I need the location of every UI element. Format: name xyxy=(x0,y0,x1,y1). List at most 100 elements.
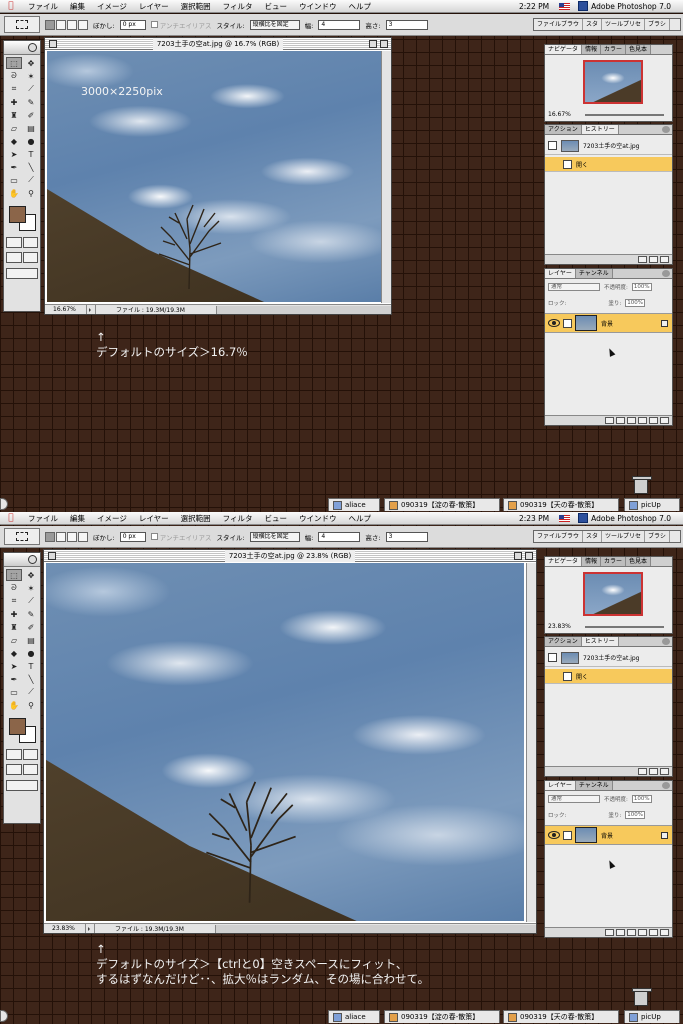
eyedropper-icon[interactable]: ⟋ xyxy=(23,686,39,698)
gradient-tool-icon[interactable]: ▤ xyxy=(23,122,39,134)
fill-field[interactable]: 100% xyxy=(625,811,646,819)
well-tab-styles[interactable]: スタ xyxy=(583,531,603,542)
move-tool-icon[interactable]: ✥ xyxy=(23,57,39,69)
history-step-open[interactable]: 開く xyxy=(545,669,672,684)
tab-navigator[interactable]: ナビゲータ xyxy=(545,557,583,566)
fill-field[interactable]: 100% xyxy=(625,299,646,307)
menu-edit[interactable]: 編集 xyxy=(64,513,91,524)
path-select-icon[interactable]: ➤ xyxy=(6,148,22,160)
new-snapshot-icon[interactable] xyxy=(649,256,658,263)
tab-navigator[interactable]: ナビゲータ xyxy=(545,45,583,54)
keyboard-flag-icon[interactable] xyxy=(559,2,571,10)
menu-view[interactable]: ビュー xyxy=(259,1,294,12)
subtract-selection-icon[interactable] xyxy=(67,19,77,30)
status-menu-icon[interactable] xyxy=(87,305,96,314)
well-tab-brushes[interactable]: ブラシ xyxy=(645,531,670,542)
tab-layers[interactable]: レイヤー xyxy=(545,269,576,278)
healing-brush-icon[interactable]: ✚ xyxy=(6,96,22,108)
antialias-checkbox[interactable]: アンチエイリアス xyxy=(150,532,211,542)
height-input[interactable]: 3 xyxy=(385,19,428,30)
screen-mode-standard-button[interactable] xyxy=(6,252,22,263)
move-tool-icon[interactable]: ✥ xyxy=(23,569,39,581)
navigator-zoom-value[interactable]: 23.83% xyxy=(548,623,571,630)
tab-channels[interactable]: チャンネル xyxy=(575,781,613,790)
menu-help[interactable]: ヘルプ xyxy=(343,1,378,12)
task-button-picup[interactable]: picUp xyxy=(624,498,680,511)
vertical-scrollbar[interactable] xyxy=(381,51,391,303)
photoshop-app-icon[interactable] xyxy=(578,1,589,11)
feather-input[interactable]: 0 px xyxy=(119,19,146,30)
marquee-tool-icon[interactable]: ⬚ xyxy=(6,569,22,581)
new-document-from-state-icon[interactable] xyxy=(638,256,647,263)
blur-tool-icon[interactable]: ◆ xyxy=(6,135,22,147)
layer-style-icon[interactable] xyxy=(605,417,614,424)
pen-tool-icon[interactable]: ✒ xyxy=(6,161,22,173)
menu-select[interactable]: 選択範囲 xyxy=(175,1,217,12)
layer-set-icon[interactable] xyxy=(627,929,636,936)
magic-wand-icon[interactable]: ✶ xyxy=(23,70,39,82)
foreground-color-swatch[interactable] xyxy=(9,718,26,735)
palette-menu-icon[interactable] xyxy=(662,270,670,277)
menu-layer[interactable]: レイヤー xyxy=(133,1,175,12)
paintbrush-icon[interactable] xyxy=(563,830,572,840)
close-box-icon[interactable] xyxy=(48,552,56,560)
dodge-tool-icon[interactable]: ● xyxy=(23,647,39,659)
gradient-tool-icon[interactable]: ▤ xyxy=(23,634,39,646)
eye-icon[interactable] xyxy=(548,319,560,327)
history-brush-icon[interactable]: ✐ xyxy=(23,621,39,633)
task-button-ten[interactable]: 090319【天の春-散策】 xyxy=(503,498,619,511)
menu-window[interactable]: ウインドウ xyxy=(293,513,343,524)
task-button-aliace[interactable]: aliace xyxy=(328,498,380,511)
lasso-tool-icon[interactable]: ᘐ xyxy=(6,582,22,594)
lasso-tool-icon[interactable]: ᘐ xyxy=(6,70,22,82)
horizontal-scrollbar[interactable] xyxy=(216,305,391,314)
style-select[interactable]: 縦横比を固定 xyxy=(249,19,300,30)
well-tab-brushes[interactable]: ブラシ xyxy=(645,19,670,30)
navigator-zoom-value[interactable]: 16.67% xyxy=(548,111,571,118)
width-input[interactable]: 4 xyxy=(318,531,361,542)
tab-color[interactable]: カラー xyxy=(601,45,627,54)
width-input[interactable]: 4 xyxy=(318,19,361,30)
zoom-tool-icon[interactable]: ⚲ xyxy=(23,187,39,199)
apple-icon[interactable]:  xyxy=(0,513,22,523)
menu-help[interactable]: ヘルプ xyxy=(343,513,378,524)
hand-tool-icon[interactable]: ✋ xyxy=(6,699,22,711)
document-title-bar[interactable]: 7203土手の空at.jpg @ 23.8% (RGB) xyxy=(44,550,536,562)
jump-to-imageready-button[interactable] xyxy=(6,780,38,791)
eye-icon[interactable] xyxy=(548,831,560,839)
layer-set-icon[interactable] xyxy=(627,417,636,424)
add-selection-icon[interactable] xyxy=(56,531,66,542)
healing-brush-icon[interactable]: ✚ xyxy=(6,608,22,620)
notes-tool-icon[interactable]: ▭ xyxy=(6,174,22,186)
stamp-tool-icon[interactable]: ♜ xyxy=(6,621,22,633)
palette-menu-icon[interactable] xyxy=(662,638,670,645)
well-tab-file-browser[interactable]: ファイルブラウ xyxy=(534,531,584,542)
menu-edit[interactable]: 編集 xyxy=(64,1,91,12)
blend-mode-select[interactable]: 通常 xyxy=(548,795,600,803)
menubar-clock[interactable]: 2:23 PM xyxy=(509,514,559,523)
style-select[interactable]: 縦横比を固定 xyxy=(249,531,300,542)
task-button-yodo[interactable]: 090319【淀の春-散策】 xyxy=(384,498,500,511)
apple-icon[interactable]:  xyxy=(0,1,22,11)
layer-row-background[interactable]: 背景 xyxy=(545,825,672,845)
zoom-box-icon[interactable] xyxy=(514,552,522,560)
history-brush-source-icon[interactable] xyxy=(548,141,557,150)
task-button-yodo[interactable]: 090319【淀の春-散策】 xyxy=(384,1010,500,1023)
menu-filter[interactable]: フィルタ xyxy=(217,513,259,524)
new-selection-icon[interactable] xyxy=(45,531,55,542)
tool-preset-picker[interactable] xyxy=(4,528,40,545)
well-tab-styles[interactable]: スタ xyxy=(583,19,603,30)
adjustment-layer-icon[interactable] xyxy=(638,417,647,424)
history-brush-source-icon[interactable] xyxy=(548,653,557,662)
close-box-icon[interactable] xyxy=(49,40,57,48)
tool-preset-picker[interactable] xyxy=(4,16,40,33)
layer-style-icon[interactable] xyxy=(605,929,614,936)
antialias-checkbox[interactable]: アンチエイリアス xyxy=(150,20,211,30)
type-tool-icon[interactable]: T xyxy=(23,148,39,160)
well-tab-tool-presets[interactable]: ツールプリセ xyxy=(602,19,646,30)
palette-menu-icon[interactable] xyxy=(662,782,670,789)
status-menu-icon[interactable] xyxy=(86,924,95,933)
feather-input[interactable]: 0 px xyxy=(119,531,146,542)
eraser-tool-icon[interactable]: ▱ xyxy=(6,634,22,646)
opacity-field[interactable]: 100% xyxy=(631,283,652,291)
